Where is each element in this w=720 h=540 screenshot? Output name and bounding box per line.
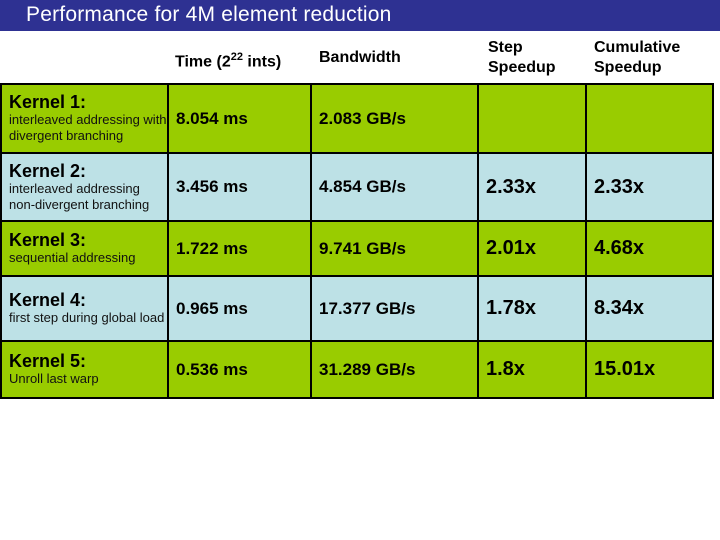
header-cumulative-speedup: Cumulative Speedup xyxy=(594,38,680,78)
bandwidth-cell: 2.083 GB/s xyxy=(310,83,479,154)
cumulative-speedup-cell: 4.68x xyxy=(585,220,714,277)
header-step-line1: Step xyxy=(488,39,523,56)
table-row: Kernel 1: interleaved addressing with di… xyxy=(0,83,714,154)
table-row: Kernel 4: first step during global load … xyxy=(0,275,714,342)
table-row: Kernel 5: Unroll last warp 0.536 ms 31.2… xyxy=(0,340,714,399)
step-speedup-cell: 1.78x xyxy=(477,275,587,342)
step-speedup-cell: 1.8x xyxy=(477,340,587,399)
cumulative-speedup-cell: 8.34x xyxy=(585,275,714,342)
cumulative-speedup-cell: 15.01x xyxy=(585,340,714,399)
bandwidth-cell: 31.289 GB/s xyxy=(310,340,479,399)
kernel-description: Unroll last warp xyxy=(9,371,99,386)
kernel-cell: Kernel 3: sequential addressing xyxy=(0,220,169,277)
table-row: Kernel 2: interleaved addressing non-div… xyxy=(0,152,714,222)
time-cell: 0.536 ms xyxy=(167,340,312,399)
header-time-prefix: Time (2 xyxy=(175,53,231,71)
kernel-cell: Kernel 1: interleaved addressing with di… xyxy=(0,83,169,154)
header-step-speedup: Step Speedup xyxy=(488,38,556,78)
step-speedup-cell: 2.01x xyxy=(477,220,587,277)
time-cell: 8.054 ms xyxy=(167,83,312,154)
step-speedup-cell: 2.33x xyxy=(477,152,587,222)
kernel-cell: Kernel 4: first step during global load xyxy=(0,275,169,342)
kernel-description: sequential addressing xyxy=(9,250,136,265)
cumulative-speedup-cell: 2.33x xyxy=(585,152,714,222)
table-row: Kernel 3: sequential addressing 1.722 ms… xyxy=(0,220,714,277)
bandwidth-cell: 17.377 GB/s xyxy=(310,275,479,342)
kernel-description: interleaved addressing non-divergent bra… xyxy=(9,180,150,212)
kernel-cell: Kernel 5: Unroll last warp xyxy=(0,340,169,399)
cumulative-speedup-cell xyxy=(585,83,714,154)
kernel-cell: Kernel 2: interleaved addressing non-div… xyxy=(0,152,169,222)
time-cell: 3.456 ms xyxy=(167,152,312,222)
kernel-name: Kernel 5: xyxy=(9,351,87,371)
slide-title: Performance for 4M element reduction xyxy=(26,3,392,26)
kernel-name: Kernel 2: xyxy=(9,160,87,181)
header-step-line2: Speedup xyxy=(488,59,556,76)
time-cell: 0.965 ms xyxy=(167,275,312,342)
bandwidth-cell: 9.741 GB/s xyxy=(310,220,479,277)
performance-table: Kernel 1: interleaved addressing with di… xyxy=(0,83,714,399)
kernel-description: interleaved addressing with divergent br… xyxy=(9,112,167,143)
kernel-name: Kernel 1: xyxy=(9,92,87,112)
kernel-name: Kernel 3: xyxy=(9,230,87,250)
header-cumulative-line2: Speedup xyxy=(594,59,662,76)
kernel-name: Kernel 4: xyxy=(9,290,87,310)
step-speedup-cell xyxy=(477,83,587,154)
header-time: Time (222 ints) xyxy=(175,47,281,72)
kernel-description: first step during global load xyxy=(9,310,165,325)
title-bar: Performance for 4M element reduction xyxy=(0,0,720,31)
header-time-exponent: 22 xyxy=(230,51,243,63)
header-bandwidth: Bandwidth xyxy=(319,49,401,66)
bandwidth-cell: 4.854 GB/s xyxy=(310,152,479,222)
header-cumulative-line1: Cumulative xyxy=(594,39,681,56)
header-time-suffix: ints) xyxy=(242,53,282,71)
time-cell: 1.722 ms xyxy=(167,220,312,277)
